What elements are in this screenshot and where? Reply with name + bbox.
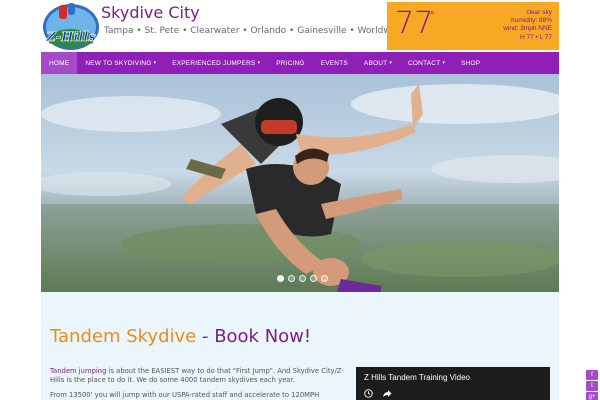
weather-wind: wind: 3mph NNE bbox=[503, 25, 552, 33]
site-tagline: Tampa • St. Pete • Clearwater • Orlando … bbox=[104, 26, 405, 36]
nav-item-shop[interactable]: SHOP bbox=[453, 52, 488, 74]
weather-hilo: H 77 • L 77 bbox=[519, 33, 552, 41]
svg-text:Z-Hills: Z-Hills bbox=[45, 30, 96, 45]
video-title[interactable]: Z Hills Tandem Training Video bbox=[364, 373, 470, 382]
slider-dot[interactable] bbox=[310, 275, 317, 282]
caret-down-icon: ▾ bbox=[442, 60, 446, 66]
clock-icon[interactable] bbox=[364, 389, 373, 400]
slider-dots bbox=[277, 275, 328, 282]
weather-humidity: humidity: 88% bbox=[511, 17, 552, 25]
facebook-icon[interactable]: f bbox=[586, 370, 598, 380]
page-title: Tandem Skydive - Book Now! bbox=[50, 326, 311, 347]
caret-down-icon: ▾ bbox=[153, 60, 157, 66]
hero-slider[interactable] bbox=[41, 74, 559, 292]
main-nav: HOME NEW TO SKYDIVING ▾ EXPERIENCED JUMPE… bbox=[41, 52, 559, 74]
site-title[interactable]: Skydive City bbox=[101, 3, 200, 22]
weather-degree: ° bbox=[430, 10, 435, 22]
book-now-link[interactable]: Book Now! bbox=[214, 326, 311, 347]
slider-dot[interactable] bbox=[277, 275, 284, 282]
site-header: Z-Hills Skydive City Tampa • St. Pete • … bbox=[41, 0, 559, 52]
nav-label: EXPERIENCED JUMPERS bbox=[172, 59, 256, 67]
nav-label: CONTACT bbox=[408, 59, 441, 67]
nav-label: PRICING bbox=[276, 59, 305, 67]
slider-dot[interactable] bbox=[321, 275, 328, 282]
weather-details: clear sky humidity: 88% wind: 3mph NNE H… bbox=[503, 9, 552, 42]
nav-label: HOME bbox=[49, 59, 70, 67]
weather-temperature: 77 bbox=[395, 6, 434, 41]
social-sidebar: f t g+ bbox=[586, 370, 598, 400]
video-player[interactable]: Z Hills Tandem Training Video bbox=[356, 367, 550, 400]
nav-label: ABOUT bbox=[363, 59, 388, 67]
slider-dot[interactable] bbox=[288, 275, 295, 282]
main-content: Tandem Skydive - Book Now! Tandem jumpin… bbox=[41, 292, 559, 400]
twitter-icon[interactable]: t bbox=[586, 381, 598, 391]
nav-item-pricing[interactable]: PRICING bbox=[268, 52, 313, 74]
nav-item-home[interactable]: HOME bbox=[41, 52, 78, 74]
heading-separator: - bbox=[196, 326, 215, 347]
nav-label: NEW TO SKYDIVING bbox=[85, 59, 152, 67]
heading-main: Tandem Skydive bbox=[50, 326, 197, 347]
slider-dot[interactable] bbox=[299, 275, 306, 282]
caret-down-icon: ▾ bbox=[257, 60, 261, 66]
nav-item-experienced-jumpers[interactable]: EXPERIENCED JUMPERS ▾ bbox=[164, 52, 268, 74]
intro-paragraph: Tandem jumping is about the EASIEST way … bbox=[50, 367, 352, 385]
tandem-jumping-link[interactable]: Tandem jumping bbox=[50, 367, 106, 375]
hero-image bbox=[41, 74, 559, 292]
detail-paragraph: From 13500' you will jump with our USPA-… bbox=[50, 391, 320, 399]
nav-item-new-to-skydiving[interactable]: NEW TO SKYDIVING ▾ bbox=[77, 52, 164, 74]
weather-widget: 77 ° clear sky humidity: 88% wind: 3mph … bbox=[387, 2, 559, 50]
nav-item-about[interactable]: ABOUT ▾ bbox=[356, 52, 400, 74]
share-icon[interactable] bbox=[382, 389, 392, 400]
weather-condition: clear sky bbox=[526, 9, 552, 16]
nav-item-contact[interactable]: CONTACT ▾ bbox=[400, 52, 453, 74]
logo-icon[interactable]: Z-Hills bbox=[41, 1, 101, 51]
googleplus-icon[interactable]: g+ bbox=[586, 392, 598, 400]
nav-label: SHOP bbox=[461, 59, 481, 67]
nav-item-events[interactable]: EVENTS bbox=[313, 52, 356, 74]
caret-down-icon: ▾ bbox=[389, 60, 393, 66]
nav-label: EVENTS bbox=[320, 59, 348, 67]
